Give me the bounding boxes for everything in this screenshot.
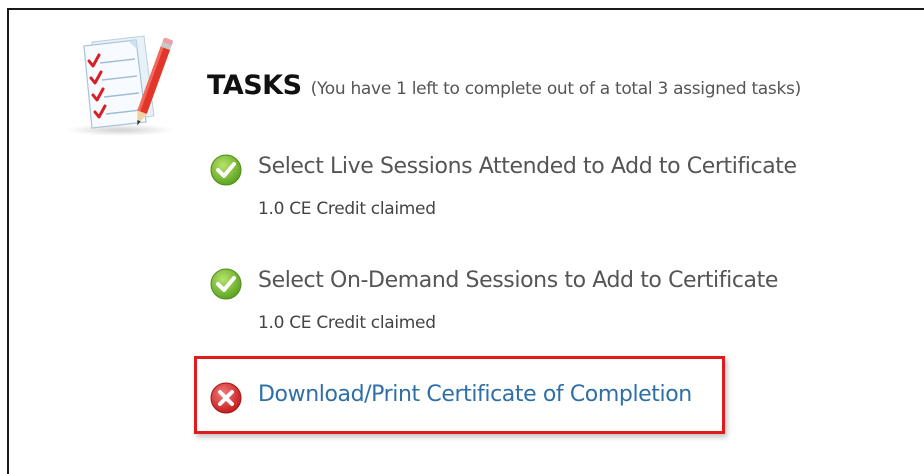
task-title: Select Live Sessions Attended to Add to …: [258, 154, 797, 179]
tasks-remaining-summary: (You have 1 left to complete out of a to…: [310, 79, 802, 99]
check-circle-icon: [210, 268, 242, 300]
task-credit-status: 1.0 CE Credit claimed: [258, 199, 436, 219]
tasks-header: TASKS (You have 1 left to complete out o…: [207, 70, 801, 101]
task-credit-status: 1.0 CE Credit claimed: [258, 313, 436, 333]
check-circle-icon: [210, 154, 242, 186]
tasks-title: TASKS: [207, 70, 302, 101]
download-certificate-link[interactable]: Download/Print Certificate of Completion: [258, 382, 692, 407]
x-circle-icon: [210, 382, 242, 414]
task-title: Select On-Demand Sessions to Add to Cert…: [258, 268, 778, 293]
checklist-clipboard-icon: [66, 35, 174, 136]
